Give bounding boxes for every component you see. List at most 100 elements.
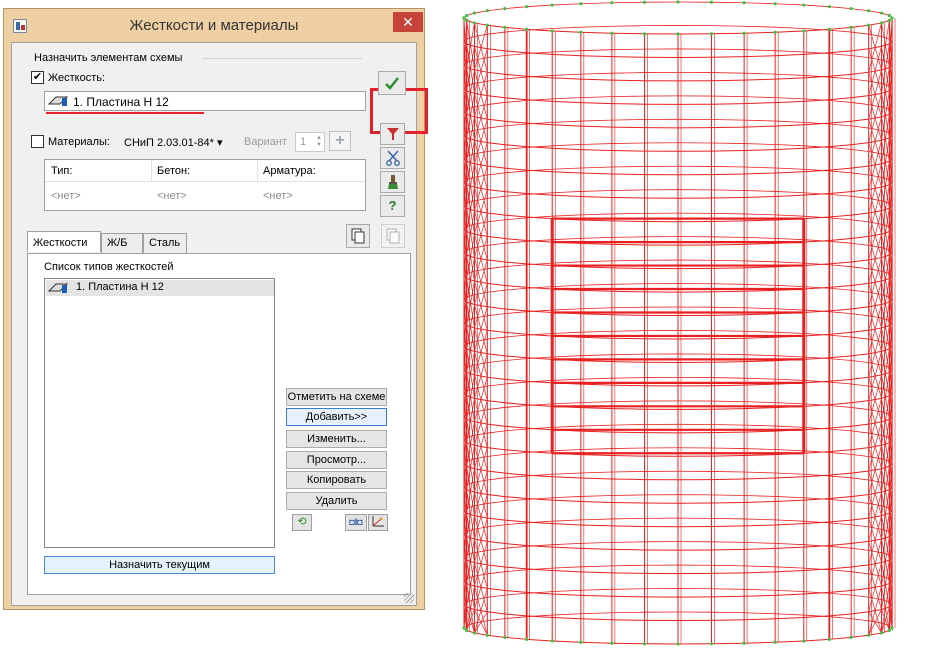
mesh-ring-back	[581, 495, 612, 496]
title-bar[interactable]: Жесткости и материалы ✕	[4, 9, 424, 41]
close-button[interactable]: ✕	[393, 12, 423, 32]
check-icon	[384, 76, 400, 90]
mesh-ring-front	[612, 80, 645, 81]
mesh-ring-back	[711, 354, 744, 355]
mesh-ring-back	[487, 196, 505, 198]
mesh-ring-front	[612, 174, 645, 175]
mesh-ring-back	[474, 58, 487, 60]
view-button[interactable]: Просмотр...	[286, 451, 387, 469]
cut-button[interactable]	[380, 147, 405, 169]
mesh-ring-front	[775, 148, 804, 149]
materials-checkbox[interactable]	[31, 135, 44, 148]
mesh-ring-front	[552, 101, 581, 102]
filter-button[interactable]	[380, 123, 405, 145]
mesh-ring-back	[851, 501, 869, 503]
mesh-node	[610, 32, 613, 35]
mesh-node	[890, 626, 893, 629]
paste-document-button[interactable]	[381, 224, 405, 248]
mesh-ring-front	[581, 337, 612, 338]
mesh-ring-back	[552, 543, 581, 544]
mesh-ring-front	[744, 431, 775, 432]
mesh-ring-front	[744, 314, 775, 315]
refresh-button[interactable]: ⟲	[292, 514, 312, 531]
tab-reinforced-concrete[interactable]: Ж/Б	[101, 233, 143, 253]
mesh-ring-front	[612, 643, 645, 644]
mesh-ring-front	[487, 588, 505, 590]
stiffness-tab-panel: Список типов жесткостей 1. Пластина Н 12…	[27, 253, 411, 595]
mesh-ring-back	[711, 213, 744, 214]
mesh-brace	[474, 213, 487, 258]
mesh-ring-front	[612, 456, 645, 457]
help-button[interactable]: ?	[380, 195, 405, 217]
apply-button[interactable]	[378, 71, 406, 95]
mesh-ring-front	[581, 384, 612, 385]
mesh-ring-back	[581, 214, 612, 215]
mesh-ring-back	[882, 37, 890, 39]
resize-grip[interactable]	[404, 593, 414, 603]
mesh-ring-back	[487, 149, 505, 151]
mesh-ring-front	[851, 307, 869, 309]
brush-button[interactable]	[380, 171, 405, 193]
stiffness-listbox[interactable]: 1. Пластина Н 12	[44, 278, 275, 548]
mesh-ring-front	[552, 594, 581, 595]
assign-group-caption: Назначить элементам схемы	[34, 52, 182, 64]
tab-stiffness[interactable]: Жесткости	[27, 231, 101, 252]
copy-button[interactable]: Копировать	[286, 471, 387, 489]
list-item[interactable]: 1. Пластина Н 12	[46, 280, 274, 296]
mesh-brace	[474, 471, 487, 516]
mesh-ring-back	[487, 79, 505, 81]
add-variant-button[interactable]: +	[329, 131, 351, 151]
mesh-ring-back	[552, 98, 581, 99]
mesh-ring-front	[744, 525, 775, 526]
mesh-ring-front	[744, 384, 775, 385]
mesh-ring-back	[612, 589, 645, 590]
mesh-ring-back	[487, 384, 505, 386]
mesh-ring-front	[612, 197, 645, 198]
mesh-ring-front	[744, 455, 775, 456]
mesh-ring-back	[581, 261, 612, 262]
delete-button[interactable]: Удалить	[286, 492, 387, 510]
mesh-ring-back	[869, 58, 882, 60]
mesh-ring-back	[581, 284, 612, 285]
assign-current-button[interactable]: Назначить текущим	[44, 556, 275, 574]
mesh-node	[850, 26, 853, 29]
mesh-node	[888, 14, 891, 17]
add-button[interactable]: Добавить>>	[286, 408, 387, 426]
stiffness-selector[interactable]: 1. Пластина Н 12	[44, 91, 366, 111]
mesh-ring-front	[711, 315, 744, 316]
axes-button[interactable]	[368, 514, 388, 531]
edit-button[interactable]: Изменить...	[286, 430, 387, 448]
stiffness-checkbox[interactable]: ✔	[31, 71, 44, 84]
mesh-ring-front	[775, 54, 804, 55]
mesh-node	[610, 1, 613, 4]
mesh-ring-back	[775, 543, 804, 544]
mesh-ring-front	[744, 126, 775, 127]
variant-spinner[interactable]: 1 ▲▼	[295, 132, 325, 152]
mesh-ring-back	[612, 448, 645, 449]
mesh-ring-back	[869, 81, 882, 83]
mesh-ring-back	[775, 614, 804, 615]
mesh-ring-front	[612, 573, 645, 574]
mesh-node	[473, 21, 476, 24]
mesh-ring-back	[552, 520, 581, 521]
mesh-ring-back	[552, 191, 581, 192]
norm-dropdown[interactable]: СНиП 2.03.01-84* ▾	[124, 136, 222, 149]
tab-steel[interactable]: Сталь	[143, 233, 187, 253]
mesh-ring-front	[851, 448, 869, 450]
mesh-ring-back	[581, 308, 612, 309]
transfer-button[interactable]: ◘I◘	[345, 514, 367, 531]
mesh-ring-back	[869, 128, 882, 130]
mark-on-scheme-button[interactable]: Отметить на схеме	[286, 388, 387, 406]
mesh-ring-back	[775, 27, 804, 28]
mesh-ring-back	[581, 449, 612, 450]
mesh-ring-back	[474, 550, 487, 552]
mesh-ring-back	[851, 220, 869, 222]
mesh-ring-back	[474, 386, 487, 388]
mesh-brace	[474, 494, 487, 539]
mesh-ring-back	[711, 495, 744, 496]
mesh-brace	[869, 70, 882, 119]
mesh-ring-front	[552, 172, 581, 173]
mesh-ring-front	[612, 104, 645, 105]
copy-document-button[interactable]	[346, 224, 370, 248]
scheme-view[interactable]	[430, 0, 927, 661]
